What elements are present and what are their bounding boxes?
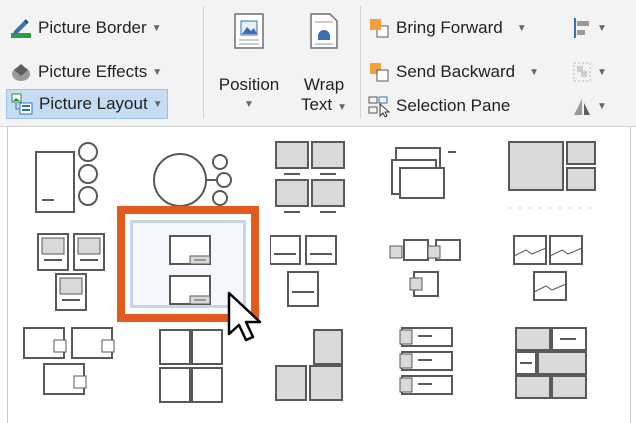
selection-pane-icon [368,96,390,117]
layout-captioned-pictures[interactable] [28,232,128,314]
align-button[interactable]: ▼ [572,17,607,39]
picture-effects-label: Picture Effects [38,62,148,81]
send-backward-icon [370,63,389,82]
layout-alternating-picture-blocks[interactable] [388,232,488,314]
bring-forward-label: Bring Forward [396,18,503,37]
picture-border-icon [11,19,31,38]
send-backward-label: Send Backward [396,62,516,81]
rotate-icon [574,99,590,115]
layout-snapshot-picture-list[interactable] [512,232,612,314]
chevron-down-icon: ▼ [244,99,254,110]
wrap-text-icon [310,13,338,49]
layout-picture-blocks[interactable] [505,138,605,220]
picture-effects-button[interactable]: Picture Effects ▼ [10,61,162,83]
chevron-down-icon: ▼ [597,66,607,78]
group-icon [573,62,591,82]
chevron-down-icon: ▼ [152,98,163,110]
picture-layout-label: Picture Layout [39,94,148,113]
picture-layout-icon [11,93,33,115]
layout-picture-grid[interactable] [272,138,372,220]
group-separator [360,6,361,118]
chevron-down-icon: ▼ [152,66,163,78]
mouse-cursor-icon [227,291,262,342]
layout-bending-picture-semi-transparent-text[interactable] [28,138,128,220]
ribbon-picture-tools: Picture Border ▼ Picture Effects ▼ Pictu… [0,0,636,127]
layout-descending-picture-accent-list[interactable] [392,326,492,408]
layout-picture-accent-list[interactable] [20,326,120,408]
position-label: Position [218,75,280,94]
layout-picture-stack[interactable] [390,138,490,220]
layout-picture-caption-list[interactable] [270,232,370,314]
group-button[interactable]: ▼ [572,61,607,83]
selection-pane-label: Selection Pane [396,96,511,115]
rotate-button[interactable]: ▼ [572,95,607,117]
picture-border-button[interactable]: Picture Border ▼ [10,17,162,39]
chevron-down-icon: ▼ [337,102,348,113]
wrap-text-label-1: Wrap [303,75,345,94]
selection-pane-button[interactable]: Selection Pane [368,95,510,117]
bring-forward-button[interactable]: Bring Forward ▼ [368,17,527,39]
position-button[interactable]: Position ▼ [210,12,288,110]
wrap-text-button[interactable]: Wrap Text ▼ [294,12,354,115]
position-icon [234,13,264,49]
send-backward-button[interactable]: Send Backward ▼ [368,61,539,83]
chevron-down-icon: ▼ [529,66,539,78]
chevron-down-icon: ▼ [597,100,607,112]
align-icon [574,18,589,38]
chevron-down-icon: ▼ [597,22,607,34]
bring-forward-icon [370,19,389,38]
picture-effects-icon [12,64,30,81]
picture-border-label: Picture Border [38,18,147,37]
group-separator [203,6,204,118]
layout-picture-strips[interactable] [514,326,614,408]
chevron-down-icon: ▼ [151,22,162,34]
wrap-text-label-2: Text [300,95,333,114]
picture-layout-button[interactable]: Picture Layout ▼ [6,89,168,119]
chevron-down-icon: ▼ [516,22,527,34]
layout-accented-picture[interactable] [272,326,372,408]
